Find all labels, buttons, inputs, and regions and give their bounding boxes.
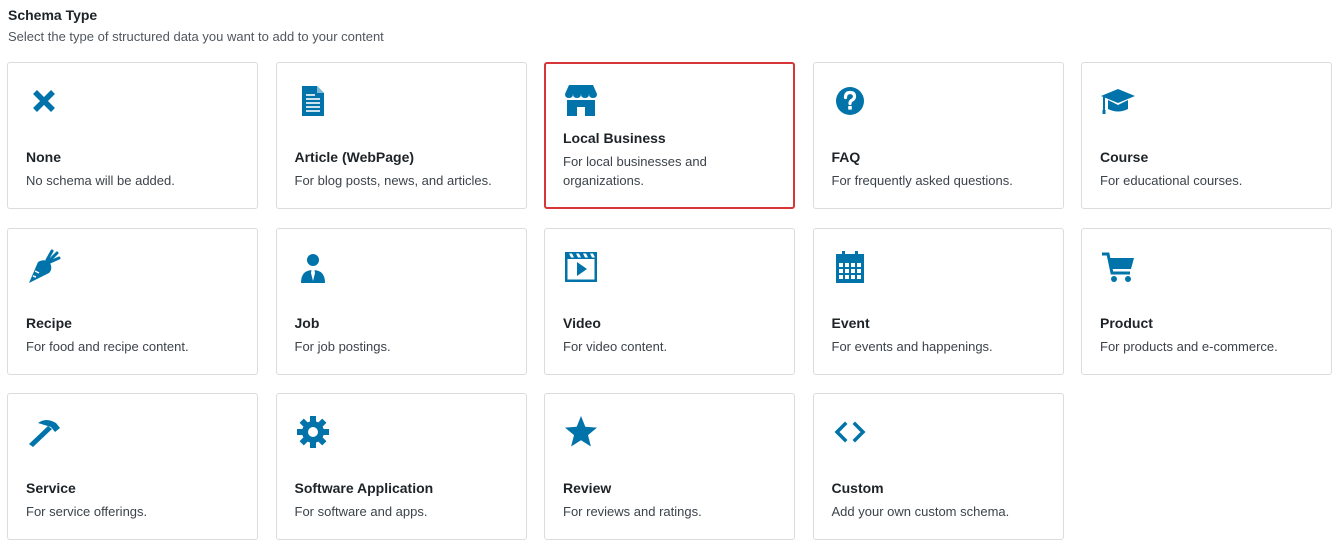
card-label: Video [563, 314, 601, 331]
schema-card-service[interactable]: Service For service offerings. [7, 393, 258, 540]
card-label: Course [1100, 149, 1149, 165]
card-description: For food and recipe content. [26, 338, 189, 354]
card-description: For video content. [563, 338, 668, 354]
schema-card-product[interactable]: Product For products and e-commerce. [1081, 227, 1332, 375]
schema-card-event[interactable]: Event For events and happenings. [812, 227, 1064, 375]
user-tie-icon [295, 249, 331, 285]
section-title: Schema Type [8, 7, 98, 23]
card-label: Article (WebPage) [294, 149, 415, 165]
card-label: Local Business [563, 130, 666, 146]
schema-type-header: Schema Type Select the type of structure… [8, 6, 384, 45]
star-icon [563, 414, 599, 450]
card-description: For products and e-commerce. [1100, 338, 1278, 354]
schema-card-job[interactable]: Job For job postings. [275, 227, 527, 375]
card-description: For software and apps. [294, 504, 428, 519]
card-description: For frequently asked questions. [831, 173, 1013, 188]
video-icon [563, 249, 599, 285]
question-circle-icon [832, 83, 868, 119]
card-description: For educational courses. [1100, 173, 1243, 188]
card-label: Review [563, 480, 612, 496]
cart-icon [1100, 249, 1136, 285]
section-subtitle: Select the type of structured data you w… [8, 29, 384, 44]
schema-card-course[interactable]: Course For educational courses. [1081, 62, 1332, 209]
card-label: Recipe [26, 314, 72, 331]
card-label: Custom [831, 480, 884, 496]
card-label: Job [294, 314, 320, 331]
schema-card-local-business[interactable]: Local Business For local businesses and … [544, 62, 795, 209]
schema-type-grid: None No schema will be added. Article (W… [7, 62, 1332, 540]
document-icon [295, 83, 331, 119]
code-icon [832, 414, 868, 450]
card-description: For local businesses and organizations. [563, 154, 707, 188]
card-description: No schema will be added. [26, 173, 175, 188]
card-label: Service [26, 480, 76, 496]
graduation-cap-icon [1100, 83, 1136, 119]
card-description: For events and happenings. [831, 338, 993, 354]
schema-card-software-application[interactable]: Software Application For software and ap… [275, 393, 527, 540]
schema-card-recipe[interactable]: Recipe For food and recipe content. [7, 227, 258, 375]
hammer-icon [26, 414, 62, 450]
card-description: For blog posts, news, and articles. [294, 173, 492, 188]
schema-card-none[interactable]: None No schema will be added. [7, 62, 258, 209]
schema-card-article[interactable]: Article (WebPage) For blog posts, news, … [275, 62, 527, 209]
card-label: Product [1100, 314, 1153, 331]
schema-card-faq[interactable]: FAQ For frequently asked questions. [812, 62, 1064, 209]
card-description: For job postings. [294, 338, 391, 354]
card-label: Software Application [294, 480, 434, 496]
calendar-icon [832, 249, 868, 285]
card-description: For service offerings. [26, 504, 148, 519]
schema-card-video[interactable]: Video For video content. [544, 227, 795, 375]
close-icon [26, 83, 62, 119]
card-description: For reviews and ratings. [563, 504, 702, 519]
card-label: FAQ [831, 149, 861, 165]
gear-icon [295, 414, 331, 450]
card-description: Add your own custom schema. [831, 504, 1010, 519]
carrot-icon [26, 249, 62, 285]
schema-card-custom[interactable]: Custom Add your own custom schema. [812, 393, 1064, 540]
card-label: Event [831, 314, 870, 331]
store-icon [563, 82, 599, 118]
card-label: None [26, 149, 61, 165]
schema-card-review[interactable]: Review For reviews and ratings. [544, 393, 795, 540]
